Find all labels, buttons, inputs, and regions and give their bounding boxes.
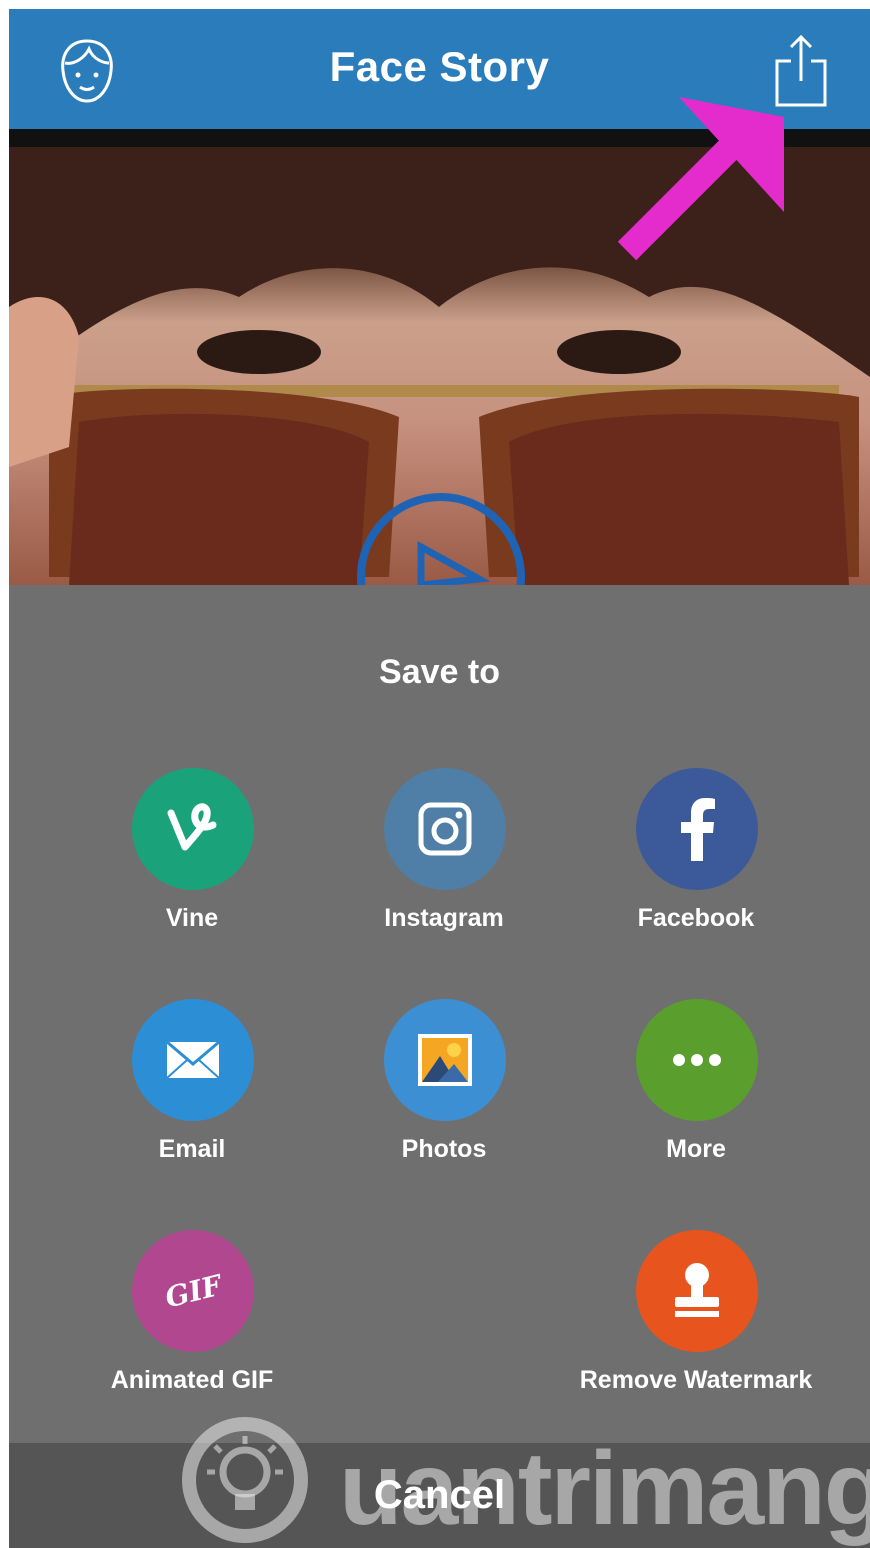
app-screen: Face Story Save to Vine Instagram Facebo… bbox=[9, 9, 870, 1548]
option-facebook[interactable]: Facebook bbox=[566, 768, 826, 948]
option-label: Photos bbox=[401, 1135, 487, 1163]
photos-icon bbox=[384, 999, 506, 1121]
gif-icon: GIF bbox=[132, 1230, 254, 1352]
app-title: Face Story bbox=[329, 43, 550, 90]
option-label: Vine bbox=[165, 904, 219, 932]
gif-icon-text: GIF bbox=[161, 1268, 225, 1314]
more-icon bbox=[636, 999, 758, 1121]
stamp-icon bbox=[636, 1230, 758, 1352]
cancel-label: Cancel bbox=[373, 1473, 506, 1517]
option-vine[interactable]: Vine bbox=[62, 768, 322, 948]
option-label: More bbox=[666, 1135, 726, 1163]
save-sheet: Save to Vine Instagram Facebook Email Ph… bbox=[9, 585, 870, 1453]
option-label: Facebook bbox=[637, 904, 755, 932]
option-label: Remove Watermark bbox=[579, 1366, 813, 1394]
option-more[interactable]: More bbox=[566, 999, 826, 1179]
email-icon bbox=[132, 999, 254, 1121]
option-instagram[interactable]: Instagram bbox=[314, 768, 574, 948]
option-photos[interactable]: Photos bbox=[314, 999, 574, 1179]
option-label: Instagram bbox=[384, 904, 504, 932]
option-animated-gif[interactable]: GIF Animated GIF bbox=[62, 1230, 322, 1410]
vine-icon bbox=[132, 768, 254, 890]
facebook-icon bbox=[636, 768, 758, 890]
option-label: Animated GIF bbox=[110, 1366, 274, 1394]
annotation-arrow bbox=[609, 87, 799, 277]
option-label: Email bbox=[158, 1135, 226, 1163]
option-email[interactable]: Email bbox=[62, 999, 322, 1179]
option-remove-watermark[interactable]: Remove Watermark bbox=[566, 1230, 826, 1410]
instagram-icon bbox=[384, 768, 506, 890]
sheet-title: Save to bbox=[379, 653, 500, 691]
